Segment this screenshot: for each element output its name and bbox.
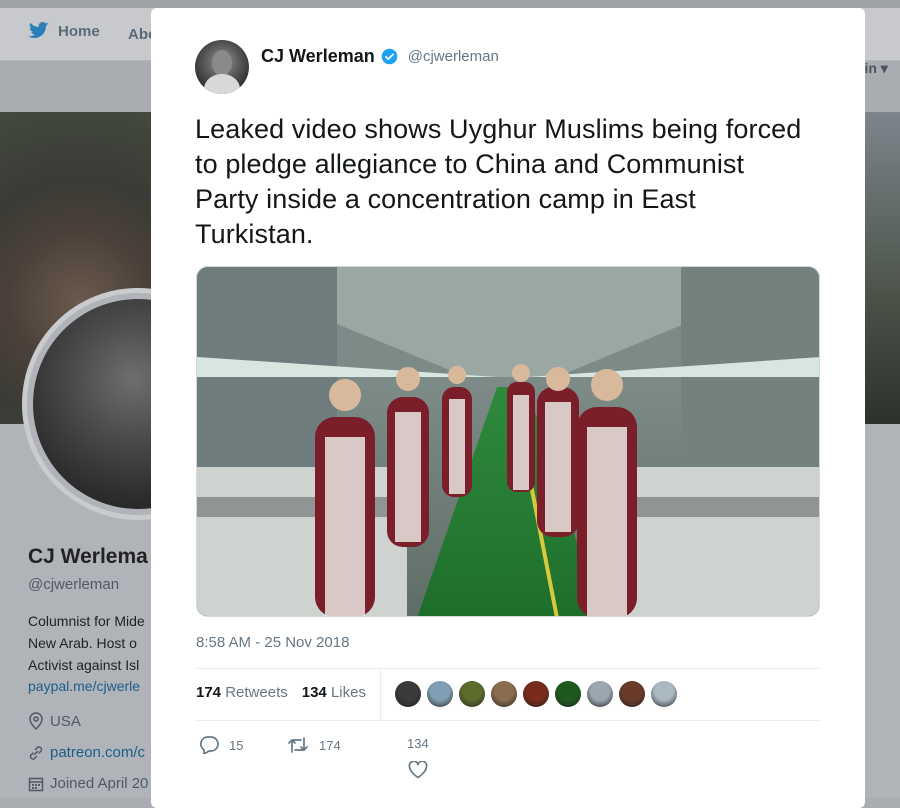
author-avatar[interactable] — [195, 40, 249, 94]
heart-icon — [408, 761, 428, 779]
video-frame — [197, 267, 819, 616]
liker-avatar[interactable] — [555, 681, 581, 707]
location-pin-icon — [29, 712, 43, 730]
liker-avatar[interactable] — [619, 681, 645, 707]
like-button[interactable]: 134 — [407, 736, 429, 779]
profile-handle: @cjwerleman — [28, 576, 120, 593]
profile-joined: Joined April 20 — [28, 775, 148, 792]
author-name: CJ Werleman — [261, 46, 375, 66]
location-label: USA — [50, 712, 81, 730]
liker-avatar[interactable] — [651, 681, 677, 707]
retweets-stat[interactable]: 174 Retweets — [196, 684, 288, 701]
reply-button[interactable]: 15 — [199, 736, 243, 754]
liker-avatar[interactable] — [523, 681, 549, 707]
like-count: 134 — [407, 736, 429, 751]
retweets-label: Retweets — [225, 684, 288, 701]
bio-line: New Arab. Host o — [28, 635, 137, 651]
likes-stat[interactable]: 134 Likes — [302, 684, 366, 701]
divider — [196, 720, 820, 721]
tweet-stats: 174 Retweets 134 Likes — [196, 684, 366, 701]
bio-line: Activist against Isl — [28, 657, 140, 673]
divider — [196, 668, 820, 669]
reply-count: 15 — [229, 737, 244, 753]
retweet-button[interactable]: 174 — [287, 736, 341, 754]
nav-home-label: Home — [58, 22, 100, 40]
author-handle: @cjwerleman — [407, 48, 499, 65]
tweet-actions: 15 174 134 — [199, 736, 499, 786]
verified-badge-icon — [381, 48, 398, 65]
tweet-author[interactable]: CJ Werleman @cjwerleman — [261, 46, 499, 67]
tweet-modal: CJ Werleman @cjwerleman Leaked video sho… — [151, 8, 865, 808]
calendar-icon — [28, 777, 44, 791]
reply-icon — [200, 736, 219, 754]
likes-label: Likes — [330, 684, 366, 701]
liker-avatar[interactable] — [427, 681, 453, 707]
profile-name: CJ Werlema — [28, 545, 148, 568]
joined-label: Joined April 20 — [50, 775, 149, 792]
tweet-text: Leaked video shows Uyghur Muslims being … — [195, 114, 802, 249]
profile-website[interactable]: patreon.com/c — [28, 744, 145, 761]
retweet-icon — [288, 737, 308, 753]
profile-bio: Columnist for Mide New Arab. Host o Acti… — [28, 610, 145, 676]
profile-banner-edge — [865, 112, 900, 424]
profile-location: USA — [28, 712, 81, 730]
profile-bio-link[interactable]: paypal.me/cjwerle — [28, 678, 140, 694]
background-top-strip — [0, 0, 900, 8]
tweet-timestamp[interactable]: 8:58 AM - 25 Nov 2018 — [196, 634, 349, 651]
tweet-video[interactable] — [196, 266, 820, 617]
liker-avatars — [395, 681, 677, 707]
twitter-bird-icon — [28, 22, 49, 39]
bio-line: Columnist for Mide — [28, 613, 145, 629]
website-label: patreon.com/c — [50, 744, 146, 761]
liker-avatar[interactable] — [587, 681, 613, 707]
liker-avatar[interactable] — [459, 681, 485, 707]
retweet-count: 174 — [319, 737, 341, 753]
link-icon — [29, 745, 43, 760]
nav-home-link[interactable]: Home — [28, 22, 100, 40]
retweets-count: 174 — [196, 684, 222, 701]
likes-count: 134 — [301, 684, 327, 701]
liker-avatar[interactable] — [395, 681, 421, 707]
chevron-down-icon: ▾ — [880, 60, 888, 76]
liker-avatar[interactable] — [491, 681, 517, 707]
divider — [380, 670, 381, 720]
